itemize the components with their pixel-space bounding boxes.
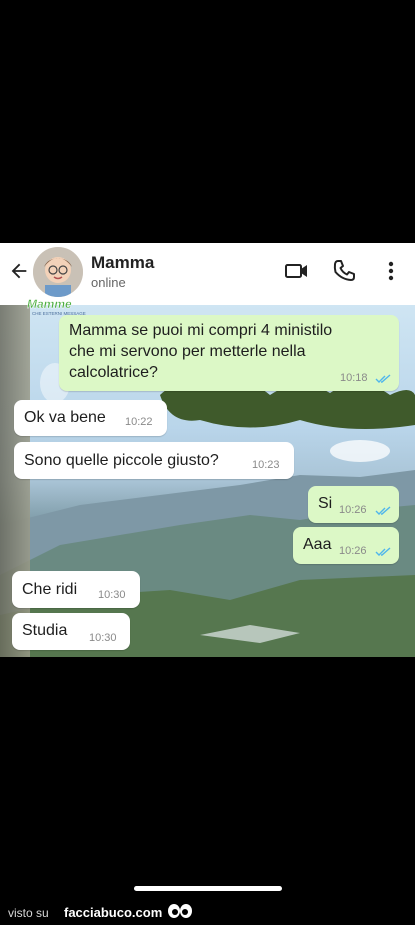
message-time: 10:18: [340, 372, 368, 384]
message-bubble-incoming[interactable]: Ok va bene 10:22: [14, 400, 167, 436]
chat-screenshot: Mamma online Mamme CHE ESTERNI MESSAGE M…: [0, 243, 415, 657]
message-bubble-incoming[interactable]: Sono quelle piccole giusto? 10:23: [14, 442, 294, 479]
double-check-icon: [375, 506, 391, 515]
avatar[interactable]: [33, 247, 83, 297]
brand-link[interactable]: facciabuco.com: [64, 905, 162, 920]
contact-status: online: [91, 275, 126, 290]
double-check-icon: [375, 374, 391, 383]
more-vert-icon[interactable]: [378, 258, 404, 284]
svg-text:Mamme: Mamme: [27, 297, 72, 311]
message-bubble-incoming[interactable]: Che ridi 10:30: [12, 571, 140, 608]
double-check-icon: [375, 547, 391, 556]
message-time: 10:22: [125, 416, 153, 428]
home-indicator[interactable]: [134, 886, 282, 891]
video-call-icon[interactable]: [284, 258, 310, 284]
message-time: 10:30: [98, 589, 126, 601]
mamme-logo-watermark: Mamme CHE ESTERNI MESSAGE: [27, 297, 86, 316]
chat-background: Mamme CHE ESTERNI MESSAGE Mamma se puoi …: [0, 297, 415, 657]
message-time: 10:30: [89, 632, 117, 644]
message-text: Si: [318, 495, 333, 512]
message-time: 10:26: [339, 545, 367, 557]
message-time: 10:26: [339, 504, 367, 516]
message-bubble-outgoing[interactable]: Aaa 10:26: [293, 527, 399, 564]
message-text: Sono quelle piccole giusto?: [24, 452, 219, 469]
back-arrow-icon[interactable]: [8, 260, 30, 282]
contact-name[interactable]: Mamma: [91, 253, 154, 273]
message-text: Studia: [22, 622, 68, 639]
message-text: Che ridi: [22, 581, 78, 598]
message-text: Aaa: [303, 536, 332, 553]
visto-su-label: visto su: [8, 906, 49, 920]
message-bubble-incoming[interactable]: Studia 10:30: [12, 613, 130, 650]
message-bubble-outgoing[interactable]: Si 10:26: [308, 486, 399, 523]
eyes-logo-icon: [168, 904, 192, 918]
message-time: 10:23: [252, 459, 280, 471]
message-bubble-outgoing[interactable]: Mamma se puoi mi compri 4 ministilo che …: [59, 315, 399, 391]
phone-icon[interactable]: [331, 258, 357, 284]
message-text: Ok va bene: [24, 409, 106, 426]
message-text: Mamma se puoi mi compri 4 ministilo che …: [69, 322, 333, 381]
